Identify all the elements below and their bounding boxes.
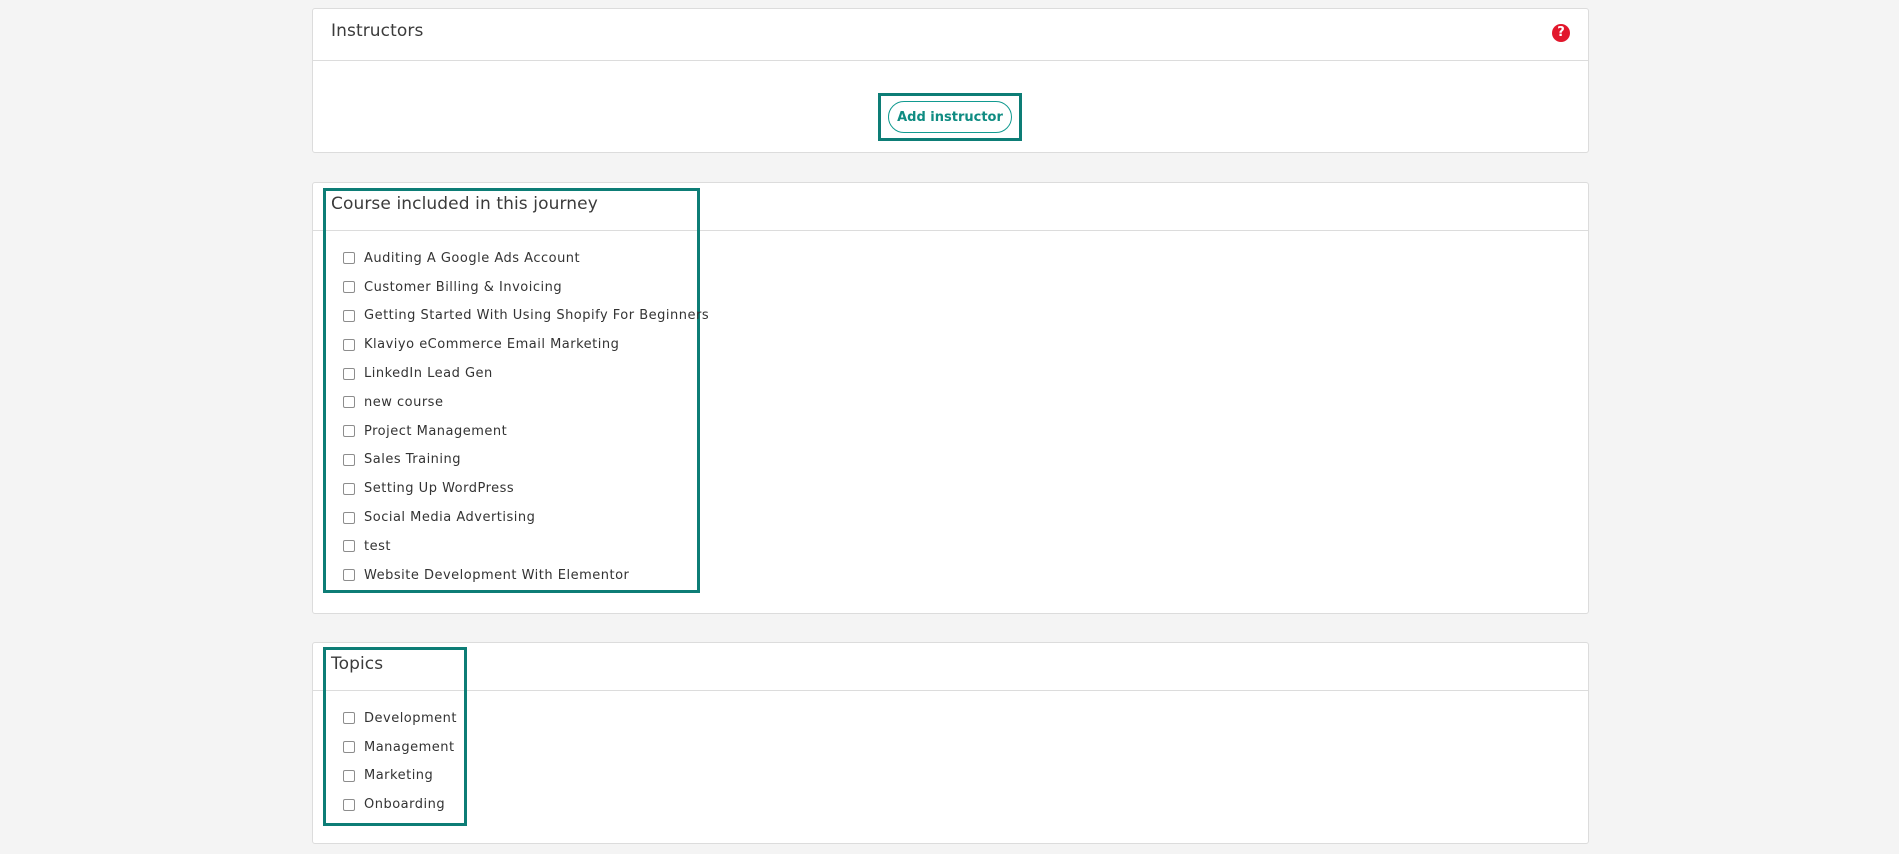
checkbox-label[interactable]: Setting Up WordPress [364, 481, 514, 496]
topic-checkbox-item[interactable]: Onboarding [343, 790, 457, 819]
checkbox-label[interactable]: Getting Started With Using Shopify For B… [364, 308, 709, 323]
checkbox[interactable] [343, 540, 355, 553]
checkbox[interactable] [343, 798, 355, 811]
course-checkbox-item[interactable]: test [343, 532, 709, 561]
checkbox-label[interactable]: Website Development With Elementor [364, 568, 629, 583]
checkbox[interactable] [343, 252, 355, 265]
course-checkbox-item[interactable]: Klaviyo eCommerce Email Marketing [343, 330, 709, 359]
instructors-panel-title: Instructors [331, 21, 424, 41]
checkbox[interactable] [343, 367, 355, 380]
checkbox[interactable] [343, 769, 355, 782]
topics-panel: Topics [312, 642, 1589, 844]
course-checkbox-item[interactable]: Website Development With Elementor [343, 561, 709, 590]
checkbox-label[interactable]: Management [364, 740, 455, 755]
checkbox-label[interactable]: Sales Training [364, 452, 461, 467]
checkbox-label[interactable]: new course [364, 395, 443, 410]
course-checkbox-item[interactable]: Getting Started With Using Shopify For B… [343, 302, 709, 331]
topic-checkbox-list: Development Management Marketing Onboarding [343, 704, 457, 819]
checkbox[interactable] [343, 511, 355, 524]
checkbox-label[interactable]: Project Management [364, 424, 507, 439]
course-checkbox-item[interactable]: Customer Billing & Invoicing [343, 273, 709, 302]
checkbox-label[interactable]: Development [364, 711, 457, 726]
checkbox-label[interactable]: test [364, 539, 391, 554]
topic-checkbox-item[interactable]: Development [343, 704, 457, 733]
course-checkbox-list: Auditing A Google Ads Account Customer Bi… [343, 244, 709, 590]
topics-panel-header: Topics [313, 643, 1588, 691]
checkbox-label[interactable]: Onboarding [364, 797, 445, 812]
checkbox[interactable] [343, 425, 355, 438]
course-checkbox-item[interactable]: Social Media Advertising [343, 503, 709, 532]
checkbox-label[interactable]: Social Media Advertising [364, 510, 535, 525]
course-checkbox-item[interactable]: LinkedIn Lead Gen [343, 359, 709, 388]
checkbox[interactable] [343, 453, 355, 466]
checkbox[interactable] [343, 569, 355, 582]
checkbox[interactable] [343, 712, 355, 725]
course-checkbox-item[interactable]: Setting Up WordPress [343, 474, 709, 503]
instructors-panel-header: Instructors ? [313, 9, 1588, 61]
checkbox-label[interactable]: Marketing [364, 768, 433, 783]
add-instructor-button[interactable]: Add instructor [888, 101, 1012, 133]
course-checkbox-item[interactable]: new course [343, 388, 709, 417]
checkbox[interactable] [343, 309, 355, 322]
checkbox[interactable] [343, 281, 355, 294]
courses-panel-title: Course included in this journey [331, 194, 598, 214]
checkbox[interactable] [343, 482, 355, 495]
checkbox-label[interactable]: Customer Billing & Invoicing [364, 280, 562, 295]
checkbox[interactable] [343, 741, 355, 754]
checkbox-label[interactable]: Klaviyo eCommerce Email Marketing [364, 337, 619, 352]
checkbox-label[interactable]: Auditing A Google Ads Account [364, 251, 580, 266]
checkbox[interactable] [343, 338, 355, 351]
topics-panel-title: Topics [331, 654, 384, 674]
topic-checkbox-item[interactable]: Marketing [343, 762, 457, 791]
topic-checkbox-item[interactable]: Management [343, 733, 457, 762]
course-checkbox-item[interactable]: Auditing A Google Ads Account [343, 244, 709, 273]
course-checkbox-item[interactable]: Sales Training [343, 446, 709, 475]
course-checkbox-item[interactable]: Project Management [343, 417, 709, 446]
question-circle-icon[interactable]: ? [1552, 24, 1570, 42]
courses-panel-header: Course included in this journey [313, 183, 1588, 231]
checkbox[interactable] [343, 396, 355, 409]
checkbox-label[interactable]: LinkedIn Lead Gen [364, 366, 493, 381]
